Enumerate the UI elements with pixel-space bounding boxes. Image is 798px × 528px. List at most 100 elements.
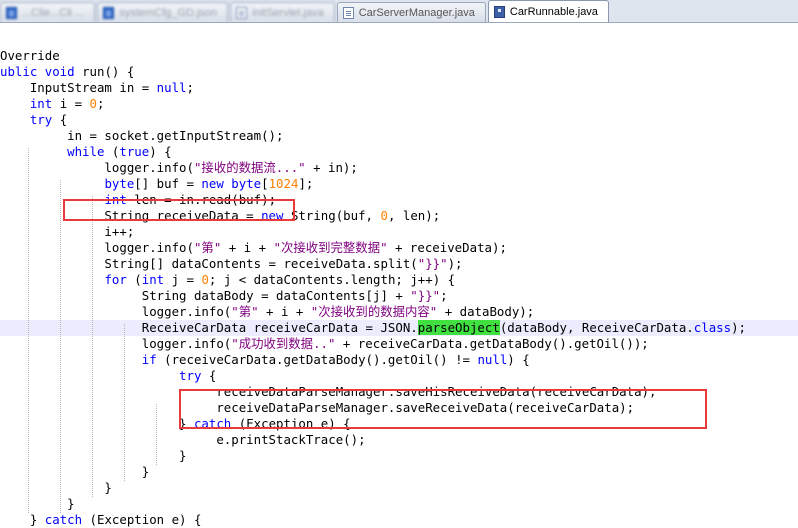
code-line[interactable]: if (receiveCarData.getDataBody().getOil(…	[0, 352, 798, 368]
code-token: new	[201, 176, 224, 191]
code-token: ;	[440, 288, 448, 303]
code-token: try	[179, 368, 202, 383]
code-line[interactable]: in = socket.getInputStream();	[0, 128, 798, 144]
code-token: int	[104, 192, 127, 207]
code-token: 0	[380, 208, 388, 223]
code-line[interactable]: for (int j = 0; j < dataContents.length;…	[0, 272, 798, 288]
code-token: [	[261, 176, 269, 191]
indent-guide	[156, 404, 157, 465]
code-token: String receiveData =	[0, 208, 262, 223]
code-line[interactable]: logger.info("成功收到数据.." + receiveCarData.…	[0, 336, 798, 352]
code-line[interactable]: logger.info("接收的数据流..." + in);	[0, 160, 798, 176]
code-line[interactable]: }	[0, 480, 798, 496]
code-line[interactable]: InputStream in = null;	[0, 80, 798, 96]
code-line[interactable]: receiveDataParseManager.saveReceiveData(…	[0, 400, 798, 416]
code-token: (Exception e) {	[231, 416, 351, 431]
code-token: ) {	[149, 144, 172, 159]
code-token: "接收的数据流..."	[193, 160, 306, 175]
indent-guide	[60, 180, 61, 513]
code-token: {	[52, 112, 68, 127]
code-token: logger.info(	[0, 304, 232, 319]
code-line[interactable]: byte[] buf = new byte[1024];	[0, 176, 798, 192]
tab-4[interactable]: CarRunnable.java	[487, 0, 609, 22]
save-disk-icon	[493, 5, 505, 18]
code-token: }	[0, 512, 45, 527]
code-token: new	[261, 208, 284, 223]
code-token: ) {	[507, 352, 530, 367]
tab-label: systemCfg_GD.json	[119, 6, 218, 19]
code-line[interactable]: } catch (Exception e) {	[0, 416, 798, 432]
code-token: }	[0, 416, 194, 431]
code-line[interactable]: i++;	[0, 224, 798, 240]
code-line[interactable]: String receiveData = new String(buf, 0, …	[0, 208, 798, 224]
code-token: in = socket.getInputStream();	[0, 128, 284, 143]
tab-0[interactable]: ...Clie...Cli ...	[0, 2, 96, 22]
code-line[interactable]: try {	[0, 112, 798, 128]
code-token: try	[29, 112, 53, 127]
code-line[interactable]: Override	[0, 48, 798, 64]
code-token: + i +	[258, 304, 311, 319]
code-line[interactable]: }	[0, 464, 798, 480]
code-token: "次接收到的数据内容"	[310, 304, 438, 319]
code-token: null	[156, 80, 187, 95]
code-token: + receiveData);	[387, 240, 507, 255]
code-line[interactable]: logger.info("第" + i + "次接收到的数据内容" + data…	[0, 304, 798, 320]
java-file-icon	[236, 6, 248, 19]
code-line[interactable]: int len = in.read(buf);	[0, 192, 798, 208]
code-token: );	[447, 256, 463, 271]
code-token: (dataBody, ReceiveCarData.	[499, 320, 694, 335]
code-token: j =	[164, 272, 202, 287]
code-token: if	[141, 352, 157, 367]
code-line[interactable]: String[] dataContents = receiveData.spli…	[0, 256, 798, 272]
code-line[interactable]: } catch (Exception e) {	[0, 512, 798, 528]
code-line[interactable]: logger.info("第" + i + "次接收到完整数据" + recei…	[0, 240, 798, 256]
code-token: ;	[97, 96, 105, 111]
code-editor[interactable]: } catch (Exception e) { } } } } e.printS…	[0, 23, 798, 528]
code-token: ReceiveCarData receiveCarData = JSON.	[0, 320, 418, 335]
code-line[interactable]: ublic void run() {	[0, 64, 798, 80]
code-token: 0	[201, 272, 209, 287]
code-token: logger.info(	[0, 240, 194, 255]
code-token: 0	[89, 96, 98, 111]
code-line[interactable]: while (true) {	[0, 144, 798, 160]
code-token: true	[119, 144, 150, 159]
code-token: InputStream in =	[0, 80, 157, 95]
code-token: catch	[44, 512, 83, 527]
code-token: catch	[193, 416, 232, 431]
code-token: "成功收到数据.."	[231, 336, 336, 351]
code-token: + i +	[221, 240, 274, 255]
code-token: i++;	[0, 224, 135, 239]
tab-3[interactable]: CarServerManager.java	[336, 2, 486, 22]
indent-guide	[92, 196, 93, 497]
json-file-icon	[6, 6, 17, 19]
code-token: run() {	[82, 64, 135, 79]
code-line[interactable]: try {	[0, 368, 798, 384]
code-line[interactable]: String dataBody = dataContents[j] + "}}"…	[0, 288, 798, 304]
code-token: String(buf,	[283, 208, 381, 223]
code-line[interactable]: e.printStackTrace();	[0, 432, 798, 448]
code-token: while	[67, 144, 105, 159]
code-line[interactable]: receiveDataParseManager.saveHisReceiveDa…	[0, 384, 798, 400]
code-token: + dataBody);	[437, 304, 535, 319]
code-token: receiveDataParseManager.saveHisReceiveDa…	[0, 384, 657, 399]
code-line[interactable]: }	[0, 448, 798, 464]
code-line[interactable]: }	[0, 496, 798, 512]
tab-1[interactable]: systemCfg_GD.json	[97, 2, 229, 22]
code-token: "}}"	[410, 288, 441, 303]
code-token: for	[104, 272, 127, 287]
code-line[interactable]: ReceiveCarData receiveCarData = JSON.par…	[0, 320, 798, 336]
code-token: );	[731, 320, 747, 335]
editor-tab-bar: ...Clie...Cli ... systemCfg_GD.json initSe…	[0, 0, 798, 23]
tab-2[interactable]: initServlet.java	[230, 2, 335, 22]
code-token: byte	[104, 176, 135, 191]
code-token: len = in.read(buf);	[126, 192, 277, 207]
code-line[interactable]: int i = 0;	[0, 96, 798, 112]
code-token: 1024	[268, 176, 299, 191]
code-token: int	[141, 272, 165, 287]
code-token: Override	[0, 48, 60, 63]
